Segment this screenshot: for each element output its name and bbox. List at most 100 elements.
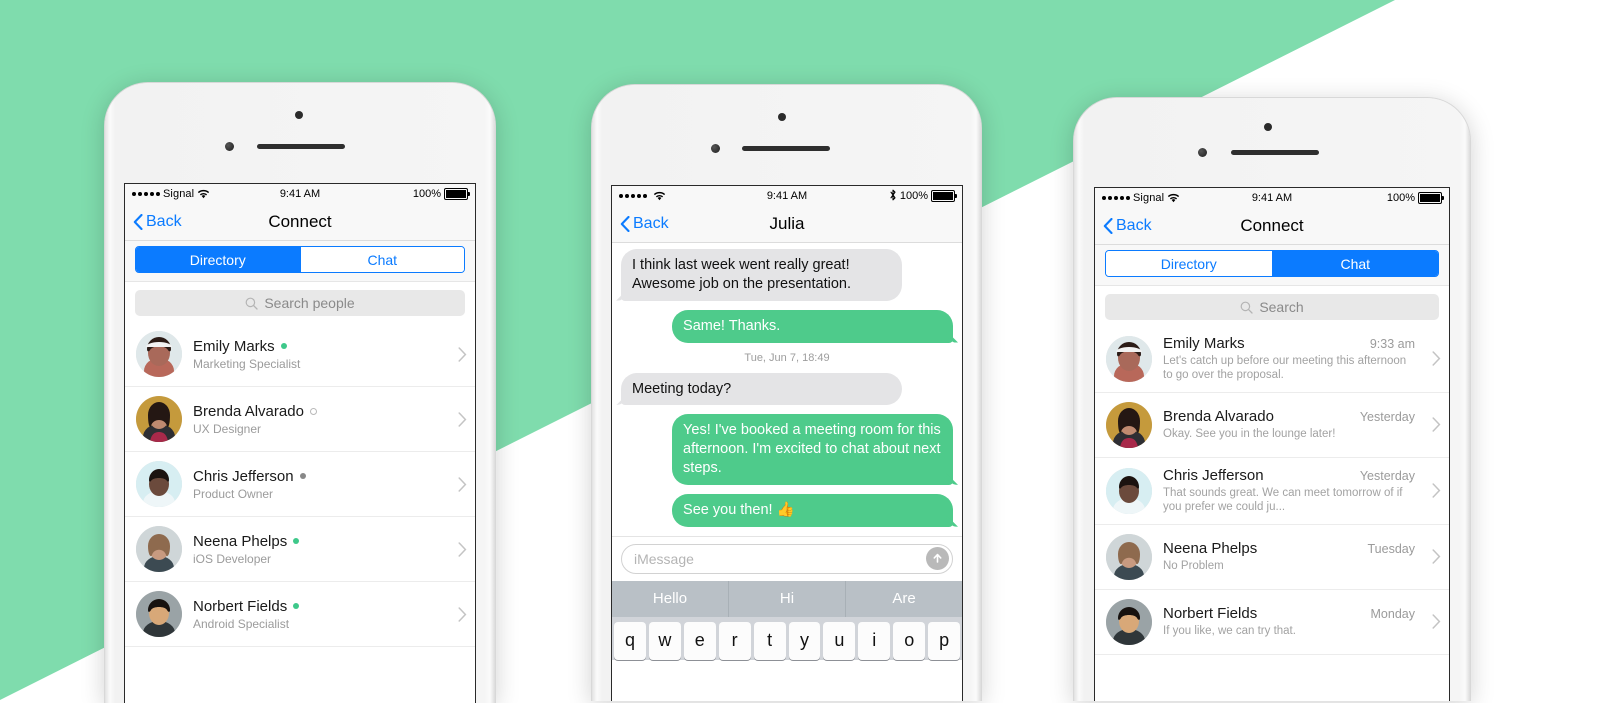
list-item-main: Chris Jefferson Product Owner bbox=[193, 468, 441, 501]
list-item-main: Neena Phelps iOS Developer bbox=[193, 533, 441, 566]
list-item[interactable]: Brenda Alvarado UX Designer bbox=[125, 387, 475, 452]
keyboard-row-1: q w e r t y u i o p bbox=[612, 616, 962, 660]
wifi-icon bbox=[653, 191, 666, 201]
list-item[interactable]: Chris Jefferson Yesterday That sounds gr… bbox=[1095, 458, 1449, 525]
tab-chat[interactable]: Chat bbox=[299, 247, 464, 272]
status-bar: Signal 9:41 AM 100% bbox=[1095, 188, 1449, 208]
imessage-placeholder: iMessage bbox=[634, 550, 694, 567]
thread-preview: If you like, we can try that. bbox=[1163, 624, 1296, 637]
phone-top-sensors bbox=[105, 95, 495, 155]
key-y[interactable]: y bbox=[788, 621, 821, 660]
key-p[interactable]: p bbox=[928, 621, 961, 660]
battery-percent-label: 100% bbox=[899, 190, 928, 202]
thread-name: Norbert Fields bbox=[1163, 604, 1258, 622]
avatar bbox=[136, 461, 182, 507]
list-item[interactable]: Emily Marks Marketing Specialist bbox=[125, 322, 475, 387]
name-line: Norbert Fields bbox=[193, 598, 441, 615]
chevron-right-icon bbox=[1432, 417, 1441, 432]
list-item[interactable]: Emily Marks 9:33 am Let's catch up befor… bbox=[1095, 326, 1449, 393]
carrier-label: Signal bbox=[163, 188, 195, 200]
name-line: Brenda Alvarado bbox=[193, 403, 441, 420]
chevron-right-icon bbox=[1432, 549, 1441, 564]
person-name: Emily Marks bbox=[193, 337, 275, 355]
key-o[interactable]: o bbox=[893, 621, 926, 660]
thread-time: 9:33 am bbox=[1369, 337, 1415, 351]
segmented-control: Directory Chat bbox=[135, 246, 465, 273]
predictive-suggestion[interactable]: Hello bbox=[612, 581, 728, 617]
person-role: Marketing Specialist bbox=[193, 356, 301, 371]
search-input[interactable]: Search bbox=[1105, 294, 1439, 320]
search-input[interactable]: Search people bbox=[135, 290, 465, 316]
earpiece-speaker-icon bbox=[1231, 150, 1319, 155]
chevron-right-icon bbox=[458, 346, 467, 362]
status-bar-left: Signal bbox=[1102, 192, 1180, 204]
list-item-main: Norbert Fields Android Specialist bbox=[193, 598, 441, 631]
key-u[interactable]: u bbox=[823, 621, 856, 660]
key-e[interactable]: e bbox=[683, 621, 716, 660]
key-w[interactable]: w bbox=[648, 621, 681, 660]
search-icon bbox=[1240, 301, 1253, 314]
predictive-text-bar: Hello Hi Are bbox=[612, 580, 962, 617]
phone-top-sensors bbox=[1074, 110, 1470, 170]
search-icon bbox=[245, 297, 258, 310]
chevron-right-icon bbox=[1432, 614, 1441, 629]
back-button[interactable]: Back bbox=[133, 213, 182, 231]
thread-name: Emily Marks bbox=[1163, 335, 1245, 352]
key-t[interactable]: t bbox=[753, 621, 786, 660]
search-placeholder: Search bbox=[1259, 299, 1304, 315]
battery-full-icon bbox=[931, 190, 957, 202]
thread-time: Monday bbox=[1370, 606, 1415, 621]
nav-bar: Back Connect bbox=[125, 204, 475, 241]
earpiece-speaker-icon bbox=[742, 146, 830, 151]
search-wrap: Search people bbox=[125, 281, 475, 322]
predictive-suggestion[interactable]: Hi bbox=[728, 580, 845, 617]
message-bubble-outgoing: See you then! 👍 bbox=[672, 493, 953, 527]
list-item-main: Brenda Alvarado UX Designer bbox=[193, 403, 441, 436]
thread-name: Brenda Alvarado bbox=[1163, 408, 1274, 426]
search-placeholder: Search people bbox=[264, 295, 355, 311]
status-dot-offline bbox=[309, 407, 317, 415]
avatar bbox=[1106, 533, 1152, 580]
thread-name: Neena Phelps bbox=[1163, 539, 1258, 557]
battery-full-icon bbox=[1418, 192, 1444, 204]
key-r[interactable]: r bbox=[718, 621, 751, 660]
signal-dots-icon bbox=[619, 194, 647, 198]
thread-header: Neena Phelps Tuesday bbox=[1163, 540, 1415, 557]
send-button[interactable] bbox=[926, 546, 949, 570]
chevron-right-icon bbox=[458, 411, 467, 427]
imessage-input[interactable]: iMessage bbox=[621, 543, 953, 574]
avatar bbox=[1106, 401, 1152, 448]
phone-top-sensors bbox=[592, 97, 981, 157]
list-item[interactable]: Neena Phelps iOS Developer bbox=[125, 517, 475, 582]
chevron-left-icon bbox=[133, 214, 143, 230]
proximity-sensor-icon bbox=[225, 142, 234, 151]
list-item[interactable]: Chris Jefferson Product Owner bbox=[125, 452, 475, 517]
list-item-main: Norbert Fields Monday If you like, we ca… bbox=[1163, 605, 1415, 638]
status-dot-away bbox=[299, 473, 306, 479]
avatar bbox=[1106, 467, 1152, 514]
thread-header: Emily Marks 9:33 am bbox=[1163, 335, 1415, 352]
back-button[interactable]: Back bbox=[1103, 217, 1152, 235]
back-button[interactable]: Back bbox=[620, 215, 669, 233]
tab-directory[interactable]: Directory bbox=[1106, 251, 1272, 276]
message-bubble-incoming: I think last week went really great! Awe… bbox=[621, 249, 902, 301]
thread-header: Brenda Alvarado Yesterday bbox=[1163, 408, 1415, 425]
list-item[interactable]: Neena Phelps Tuesday No Problem bbox=[1095, 525, 1449, 590]
key-q[interactable]: q bbox=[614, 621, 646, 660]
phone-screen-directory: Signal 9:41 AM 100% Back Connect Directo… bbox=[124, 183, 476, 703]
back-label: Back bbox=[633, 215, 669, 232]
list-item[interactable]: Brenda Alvarado Yesterday Okay. See you … bbox=[1095, 393, 1449, 458]
list-item[interactable]: Norbert Fields Android Specialist bbox=[125, 582, 475, 647]
front-camera-icon bbox=[778, 113, 786, 121]
status-bar-left: Signal bbox=[132, 188, 210, 200]
wifi-icon bbox=[197, 189, 210, 199]
tab-chat[interactable]: Chat bbox=[1271, 251, 1438, 276]
status-bar: Signal 9:41 AM 100% bbox=[125, 184, 475, 204]
person-role: iOS Developer bbox=[193, 551, 272, 566]
chevron-right-icon bbox=[1432, 483, 1441, 498]
tab-directory[interactable]: Directory bbox=[136, 247, 300, 272]
thread-time: Yesterday bbox=[1359, 410, 1415, 425]
list-item[interactable]: Norbert Fields Monday If you like, we ca… bbox=[1095, 590, 1449, 655]
predictive-suggestion[interactable]: Are bbox=[845, 580, 962, 617]
key-i[interactable]: i bbox=[858, 621, 891, 660]
